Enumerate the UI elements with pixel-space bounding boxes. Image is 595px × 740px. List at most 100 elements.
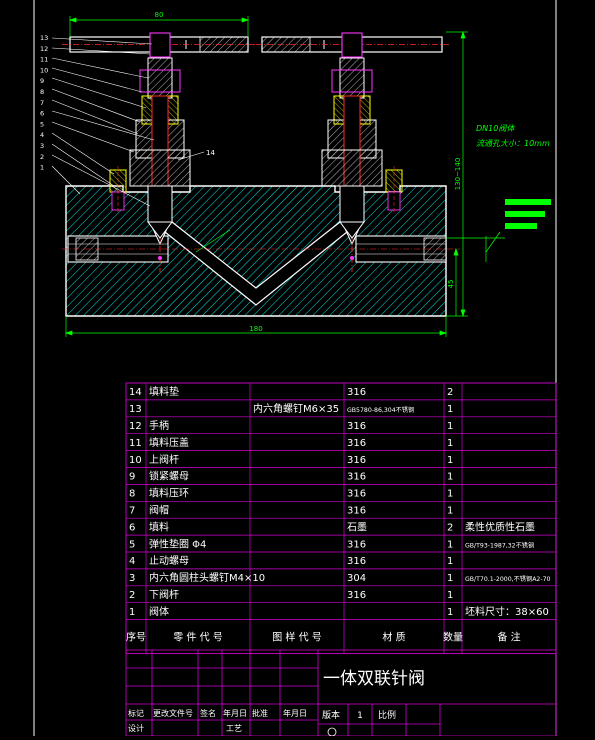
bom-cell-no: 13 [129,404,142,415]
part-number-labels: 13 12 11 10 9 8 7 6 5 4 3 2 1 [40,34,48,172]
bom-cell-material: 316 [347,421,366,432]
bom-cell-no: 3 [129,573,135,584]
bom-cell-qty: 1 [447,455,453,466]
bom-cell-qty: 1 [447,421,453,432]
tb-label-version: 版本 [322,709,340,721]
bom-cell-name: 填料垫 [149,385,179,398]
drawing-title: 一体双联针阀 [323,669,425,689]
bom-header-no: 序号 [126,631,146,644]
bom-cell-qty: 1 [447,607,453,618]
bom-cell-qty: 1 [447,489,453,500]
bom-header-name: 零 件 代 号 [173,632,223,644]
bom-cell-no: 2 [129,590,135,601]
part-number-label: 11 [40,56,48,64]
bom-cell-no: 6 [129,522,135,533]
bom-cell-qty: 1 [447,590,453,601]
drawing-sheet: 13 12 11 10 9 8 7 6 5 4 3 2 1 14 80 180 130~140 [0,0,595,737]
bom-cell-name: 上阀杆 [149,453,179,466]
dim-height: 130~140 [454,158,462,191]
tb-label-design: 设计 [128,723,144,733]
bom-cell-material: 316 [347,539,366,550]
projection-symbol-icon [327,727,337,737]
dim-total-180: 180 [249,325,262,333]
tb-label-process: 工艺 [226,724,242,733]
bom-cell-material: 316 [347,438,366,449]
tb-label-mark: 标记 [128,708,144,718]
bom-header-note: 备 注 [497,631,520,644]
pipe-thread-symbol [505,199,551,229]
pipe-note-line1: DN10阀体 [476,124,515,133]
bom-cell-qty: 1 [447,404,453,415]
bom-cell-material: 316 [347,489,366,500]
bom-cell-material: 石墨 [347,521,367,533]
bom-cell-name: 阀帽 [149,503,169,516]
bom-cell-note: GB/T70.1-2000,不锈钢A2-70 [465,575,551,583]
pipe-note: DN10阀体 流通孔大小：10mm [476,124,550,148]
bom-cell-name: 填料压环 [149,487,189,500]
tb-label-change: 更改文件号 [153,708,193,718]
dim-lower-45: 45 [447,280,455,289]
callout-14: 14 [206,149,215,157]
bom-header-std: 图 样 代 号 [272,631,322,644]
bom-cell-qty: 1 [447,438,453,449]
part-number-label: 2 [40,153,44,161]
bom-table: 14 填料垫 316 213 内六角螺钉M6×35 GB5780-86,304不锈钢 112… [125,382,557,655]
title-block-text: 一体双联针阀 标记 更改文件号 签名 年月日 批准 年月日 设计 工艺 版本 1… [128,669,425,737]
part-number-label: 6 [40,110,44,118]
bom-cell-no: 12 [129,421,142,432]
bom-cell-material: 316 [347,590,366,601]
bom-cell-material: 316 [347,472,366,483]
bom-cell-no: 14 [129,387,142,398]
sheet-frame [33,0,557,736]
bom-cell-qty: 1 [447,539,453,550]
bom-cell-qty: 1 [447,505,453,516]
bom-cell-name: 止动螺母 [149,555,189,567]
part-number-label: 5 [40,120,44,128]
pipe-note-line2: 流通孔大小：10mm [476,139,550,148]
cad-drawing: 13121110987654321 14 80 180 130~140 45 D… [33,0,557,737]
bom-cell-no: 5 [129,539,135,550]
bom-cell-material: 316 [347,556,366,567]
part-number-label: 9 [40,77,44,85]
bom-cell-note: GB/T93-1987,32不锈钢 [465,541,534,549]
bom-cell-qty: 1 [447,573,453,584]
bom-cell-material: 316 [347,387,366,398]
bom-cell-std: 内六角螺钉M6×35 [253,402,339,415]
bom-cell-note: 坯料尺寸：38×60 [465,605,549,618]
tb-label-approve: 批准 [252,708,268,718]
part-number-label: 4 [40,131,44,139]
tb-label-sign: 签名 [200,708,216,718]
tb-label-date2: 年月日 [283,708,307,718]
bom-cell-name: 锁紧螺母 [149,470,189,483]
bom-cell-material: GB5780-86,304不锈钢 [347,406,414,414]
bom-cell-name: 内六角圆柱头螺钉M4×10 [149,571,265,584]
tb-label-scale: 比例 [378,709,396,721]
bom-cell-material: 316 [347,505,366,516]
part-number-label: 10 [40,66,48,74]
bom-cell-name: 下阀杆 [149,588,179,601]
bom-cell-name: 填料 [149,520,169,533]
bom-cell-name: 手柄 [149,419,169,432]
bom-cell-qty: 1 [447,556,453,567]
bom-cell-qty: 2 [447,522,453,533]
part-number-label: 12 [40,45,48,53]
bom-cell-no: 11 [129,438,142,449]
dim-top-80: 80 [155,11,164,19]
part-number-label: 3 [40,142,44,150]
bom-cell-no: 7 [129,505,135,516]
bom-cell-name: 阀体 [149,605,169,618]
bom-cell-name: 弹性垫圈 Φ4 [149,537,206,550]
bom-header-qty: 数量 [443,631,463,644]
tb-label-date: 年月日 [223,708,247,718]
bom-cell-material: 316 [347,455,366,466]
bom-cell-qty: 2 [447,387,453,398]
bom-cell-no: 9 [129,472,135,483]
bom-cell-note: 柔性优质性石墨 [465,520,535,533]
part-number-label: 8 [40,88,44,96]
part-number-label: 7 [40,99,44,107]
bom-cell-material: 304 [347,573,366,584]
bom-header-material: 材 质 [382,631,405,644]
bom-cell-qty: 1 [447,472,453,483]
tb-version: 1 [357,711,363,721]
part-number-label: 13 [40,34,48,42]
